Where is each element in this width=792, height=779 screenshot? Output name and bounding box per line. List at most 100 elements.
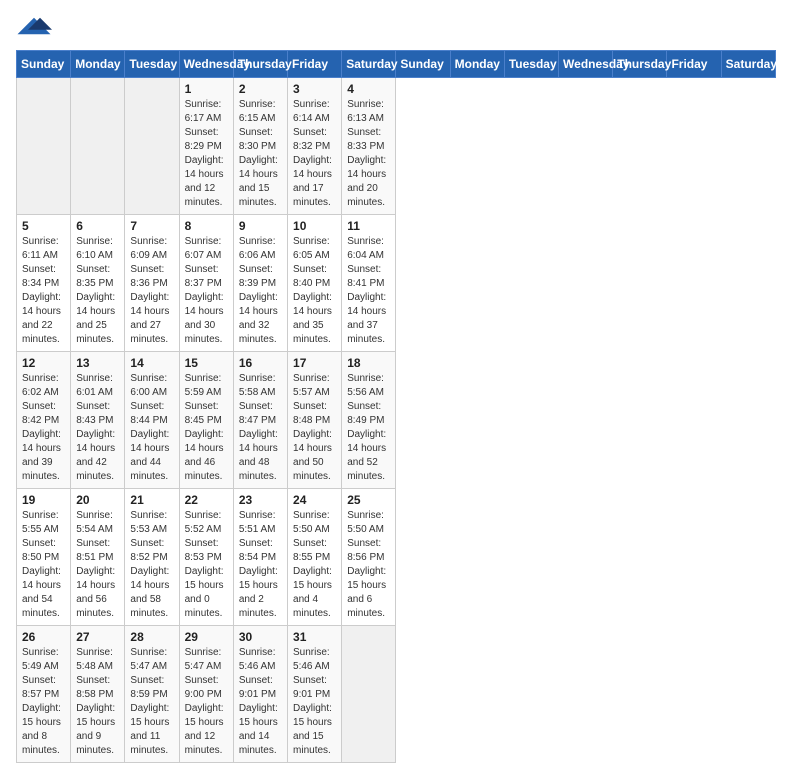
- calendar-cell: 14Sunrise: 6:00 AM Sunset: 8:44 PM Dayli…: [125, 352, 179, 489]
- calendar-cell: [71, 78, 125, 215]
- day-info: Sunrise: 5:47 AM Sunset: 8:59 PM Dayligh…: [130, 646, 173, 758]
- calendar-cell: 18 Sunrise: 5:56 AM Sunset: 8:49 PM Dayli…: [342, 352, 396, 489]
- day-info: Sunrise: 6:15 AM Sunset: 8:30 PM Dayligh…: [239, 98, 282, 210]
- calendar-cell: [125, 78, 179, 215]
- col-header-thursday: Thursday: [613, 51, 667, 78]
- calendar-cell: 12 Sunrise: 6:02 AM Sunset: 8:42 PM Dayli…: [17, 352, 71, 489]
- calendar-cell: 28 Sunrise: 5:47 AM Sunset: 8:59 PM Dayli…: [125, 626, 179, 763]
- day-info: Sunrise: 5:52 AM Sunset: 8:53 PM Dayligh…: [185, 509, 228, 621]
- calendar-cell: 10Sunrise: 6:05 AM Sunset: 8:40 PM Dayli…: [288, 215, 342, 352]
- calendar-cell: [17, 78, 71, 215]
- day-number: 14: [130, 356, 173, 370]
- day-info: Sunrise: 6:06 AM Sunset: 8:39 PM Dayligh…: [239, 235, 282, 347]
- day-number: 15: [185, 356, 228, 370]
- calendar-week-row: 19Sunrise: 5:55 AM Sunset: 8:50 PM Dayli…: [17, 489, 776, 626]
- calendar-cell: 11 Sunrise: 6:04 AM Sunset: 8:41 PM Dayli…: [342, 215, 396, 352]
- calendar-cell: 22Sunrise: 5:52 AM Sunset: 8:53 PM Dayli…: [179, 489, 233, 626]
- calendar-cell: 27Sunrise: 5:48 AM Sunset: 8:58 PM Dayli…: [71, 626, 125, 763]
- calendar-cell: 25 Sunrise: 5:50 AM Sunset: 8:56 PM Dayli…: [342, 489, 396, 626]
- day-number: 19: [22, 493, 65, 507]
- col-header-monday: Monday: [450, 51, 504, 78]
- calendar-cell: 1Sunrise: 6:17 AM Sunset: 8:29 PM Daylig…: [179, 78, 233, 215]
- day-info: Sunrise: 5:46 AM Sunset: 9:01 PM Dayligh…: [239, 646, 282, 758]
- calendar-cell: 6Sunrise: 6:10 AM Sunset: 8:35 PM Daylig…: [71, 215, 125, 352]
- day-number: 7: [130, 219, 173, 233]
- day-number: 29: [185, 630, 228, 644]
- day-number: 28: [130, 630, 173, 644]
- day-number: 8: [185, 219, 228, 233]
- day-number: 20: [76, 493, 119, 507]
- day-number: 26: [22, 630, 65, 644]
- day-info: Sunrise: 5:57 AM Sunset: 8:48 PM Dayligh…: [293, 372, 336, 484]
- calendar-cell: 24 Sunrise: 5:50 AM Sunset: 8:55 PM Dayli…: [288, 489, 342, 626]
- day-info: Sunrise: 6:13 AM Sunset: 8:33 PM Dayligh…: [347, 98, 390, 210]
- calendar-header-row: SundayMondayTuesdayWednesdayThursdayFrid…: [17, 51, 776, 78]
- day-info: Sunrise: 5:46 AM Sunset: 9:01 PM Dayligh…: [293, 646, 336, 758]
- day-info: Sunrise: 5:49 AM Sunset: 8:57 PM Dayligh…: [22, 646, 65, 758]
- day-info: Sunrise: 6:02 AM Sunset: 8:42 PM Dayligh…: [22, 372, 65, 484]
- calendar-cell: 9 Sunrise: 6:06 AM Sunset: 8:39 PM Daylig…: [233, 215, 287, 352]
- day-number: 21: [130, 493, 173, 507]
- calendar-cell: 13 Sunrise: 6:01 AM Sunset: 8:43 PM Dayli…: [71, 352, 125, 489]
- day-number: 5: [22, 219, 65, 233]
- day-info: Sunrise: 6:09 AM Sunset: 8:36 PM Dayligh…: [130, 235, 173, 347]
- calendar-cell: 19Sunrise: 5:55 AM Sunset: 8:50 PM Dayli…: [17, 489, 71, 626]
- day-number: 24: [293, 493, 336, 507]
- day-number: 18: [347, 356, 390, 370]
- day-number: 25: [347, 493, 390, 507]
- day-number: 6: [76, 219, 119, 233]
- day-number: 4: [347, 82, 390, 96]
- col-header-friday: Friday: [667, 51, 721, 78]
- calendar-cell: 15 Sunrise: 5:59 AM Sunset: 8:45 PM Dayli…: [179, 352, 233, 489]
- calendar-table: SundayMondayTuesdayWednesdayThursdayFrid…: [16, 50, 776, 763]
- calendar-cell: 20 Sunrise: 5:54 AM Sunset: 8:51 PM Dayli…: [71, 489, 125, 626]
- day-number: 11: [347, 219, 390, 233]
- day-info: Sunrise: 5:47 AM Sunset: 9:00 PM Dayligh…: [185, 646, 228, 758]
- calendar-cell: 29 Sunrise: 5:47 AM Sunset: 9:00 PM Dayli…: [179, 626, 233, 763]
- calendar-cell: 30Sunrise: 5:46 AM Sunset: 9:01 PM Dayli…: [233, 626, 287, 763]
- calendar-cell: 21Sunrise: 5:53 AM Sunset: 8:52 PM Dayli…: [125, 489, 179, 626]
- day-number: 17: [293, 356, 336, 370]
- day-info: Sunrise: 5:50 AM Sunset: 8:55 PM Dayligh…: [293, 509, 336, 621]
- col-header-saturday: Saturday: [342, 51, 396, 78]
- day-number: 31: [293, 630, 336, 644]
- day-number: 13: [76, 356, 119, 370]
- calendar-cell: 23Sunrise: 5:51 AM Sunset: 8:54 PM Dayli…: [233, 489, 287, 626]
- col-header-monday: Monday: [71, 51, 125, 78]
- day-info: Sunrise: 6:01 AM Sunset: 8:43 PM Dayligh…: [76, 372, 119, 484]
- calendar-week-row: 26 Sunrise: 5:49 AM Sunset: 8:57 PM Dayli…: [17, 626, 776, 763]
- day-number: 3: [293, 82, 336, 96]
- calendar-cell: 3 Sunrise: 6:14 AM Sunset: 8:32 PM Daylig…: [288, 78, 342, 215]
- day-number: 12: [22, 356, 65, 370]
- col-header-wednesday: Wednesday: [559, 51, 613, 78]
- col-header-sunday: Sunday: [396, 51, 450, 78]
- calendar-week-row: 1Sunrise: 6:17 AM Sunset: 8:29 PM Daylig…: [17, 78, 776, 215]
- day-info: Sunrise: 5:56 AM Sunset: 8:49 PM Dayligh…: [347, 372, 390, 484]
- calendar-cell: 26 Sunrise: 5:49 AM Sunset: 8:57 PM Dayli…: [17, 626, 71, 763]
- day-info: Sunrise: 5:51 AM Sunset: 8:54 PM Dayligh…: [239, 509, 282, 621]
- day-info: Sunrise: 5:59 AM Sunset: 8:45 PM Dayligh…: [185, 372, 228, 484]
- col-header-thursday: Thursday: [233, 51, 287, 78]
- day-info: Sunrise: 5:54 AM Sunset: 8:51 PM Dayligh…: [76, 509, 119, 621]
- day-info: Sunrise: 5:58 AM Sunset: 8:47 PM Dayligh…: [239, 372, 282, 484]
- col-header-sunday: Sunday: [17, 51, 71, 78]
- day-info: Sunrise: 6:07 AM Sunset: 8:37 PM Dayligh…: [185, 235, 228, 347]
- day-info: Sunrise: 6:17 AM Sunset: 8:29 PM Dayligh…: [185, 98, 228, 210]
- col-header-wednesday: Wednesday: [179, 51, 233, 78]
- calendar-cell: 8 Sunrise: 6:07 AM Sunset: 8:37 PM Daylig…: [179, 215, 233, 352]
- day-info: Sunrise: 6:04 AM Sunset: 8:41 PM Dayligh…: [347, 235, 390, 347]
- calendar-cell: 31 Sunrise: 5:46 AM Sunset: 9:01 PM Dayli…: [288, 626, 342, 763]
- day-number: 2: [239, 82, 282, 96]
- calendar-cell: 2 Sunrise: 6:15 AM Sunset: 8:30 PM Daylig…: [233, 78, 287, 215]
- day-info: Sunrise: 6:14 AM Sunset: 8:32 PM Dayligh…: [293, 98, 336, 210]
- calendar-cell: 5 Sunrise: 6:11 AM Sunset: 8:34 PM Daylig…: [17, 215, 71, 352]
- col-header-tuesday: Tuesday: [125, 51, 179, 78]
- logo: [16, 16, 52, 38]
- calendar-week-row: 12 Sunrise: 6:02 AM Sunset: 8:42 PM Dayli…: [17, 352, 776, 489]
- day-info: Sunrise: 6:11 AM Sunset: 8:34 PM Dayligh…: [22, 235, 65, 347]
- calendar-cell: 7 Sunrise: 6:09 AM Sunset: 8:36 PM Daylig…: [125, 215, 179, 352]
- calendar-week-row: 5 Sunrise: 6:11 AM Sunset: 8:34 PM Daylig…: [17, 215, 776, 352]
- day-info: Sunrise: 5:50 AM Sunset: 8:56 PM Dayligh…: [347, 509, 390, 621]
- day-number: 9: [239, 219, 282, 233]
- day-info: Sunrise: 6:05 AM Sunset: 8:40 PM Dayligh…: [293, 235, 336, 347]
